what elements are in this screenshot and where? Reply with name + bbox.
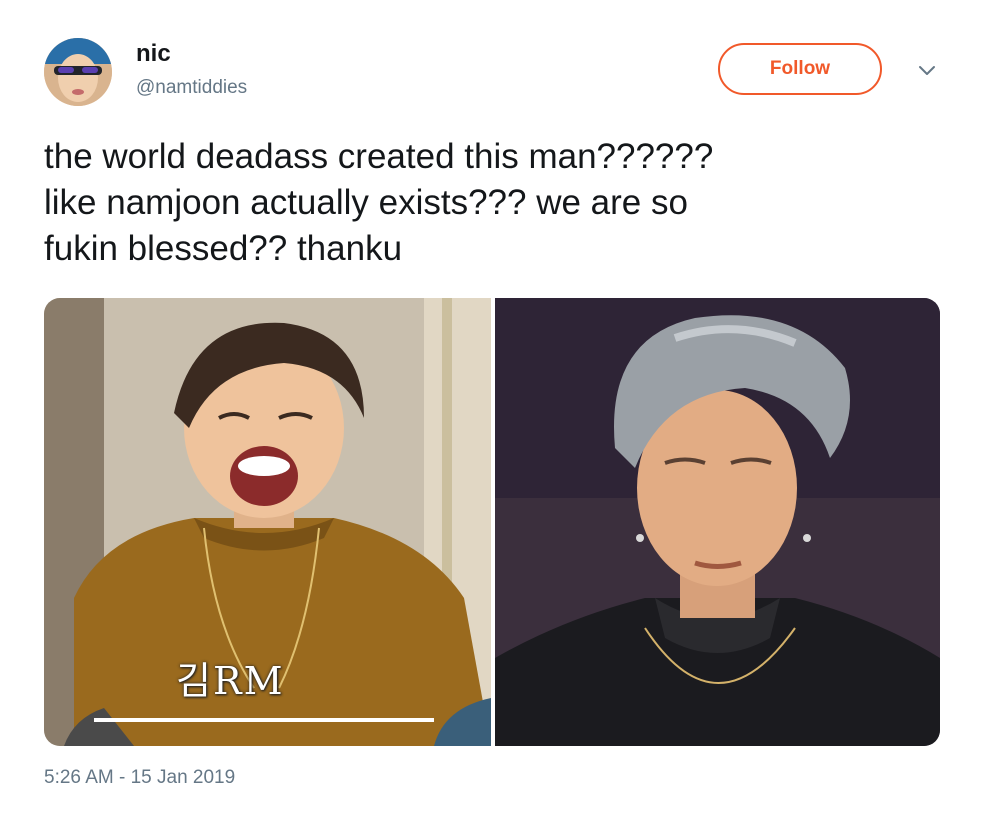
avatar-image [44, 38, 112, 106]
tweet-text-line: fukin blessed?? thanku [44, 229, 403, 268]
follow-button[interactable]: Follow [718, 43, 882, 95]
user-handle[interactable]: @namtiddies [136, 76, 247, 100]
left-photo[interactable]: 김RM [44, 298, 491, 746]
tweet-text-line: like namjoon actually exists??? we are s… [44, 183, 688, 222]
tweet-timestamp[interactable]: 5:26 AM - 15 Jan 2019 [44, 766, 235, 790]
display-name[interactable]: nic [136, 40, 171, 68]
media-grid: 김RM [44, 298, 940, 746]
chevron-down-icon[interactable] [916, 62, 938, 78]
tweet-card: nic @namtiddies Follow the world deadass… [0, 0, 989, 816]
avatar[interactable] [44, 38, 112, 106]
tweet-text-line: the world deadass created this man?????? [44, 137, 714, 176]
photo-caption: 김RM [176, 659, 285, 703]
tweet-text: the world deadass created this man??????… [44, 134, 944, 272]
right-photo[interactable] [495, 298, 940, 746]
